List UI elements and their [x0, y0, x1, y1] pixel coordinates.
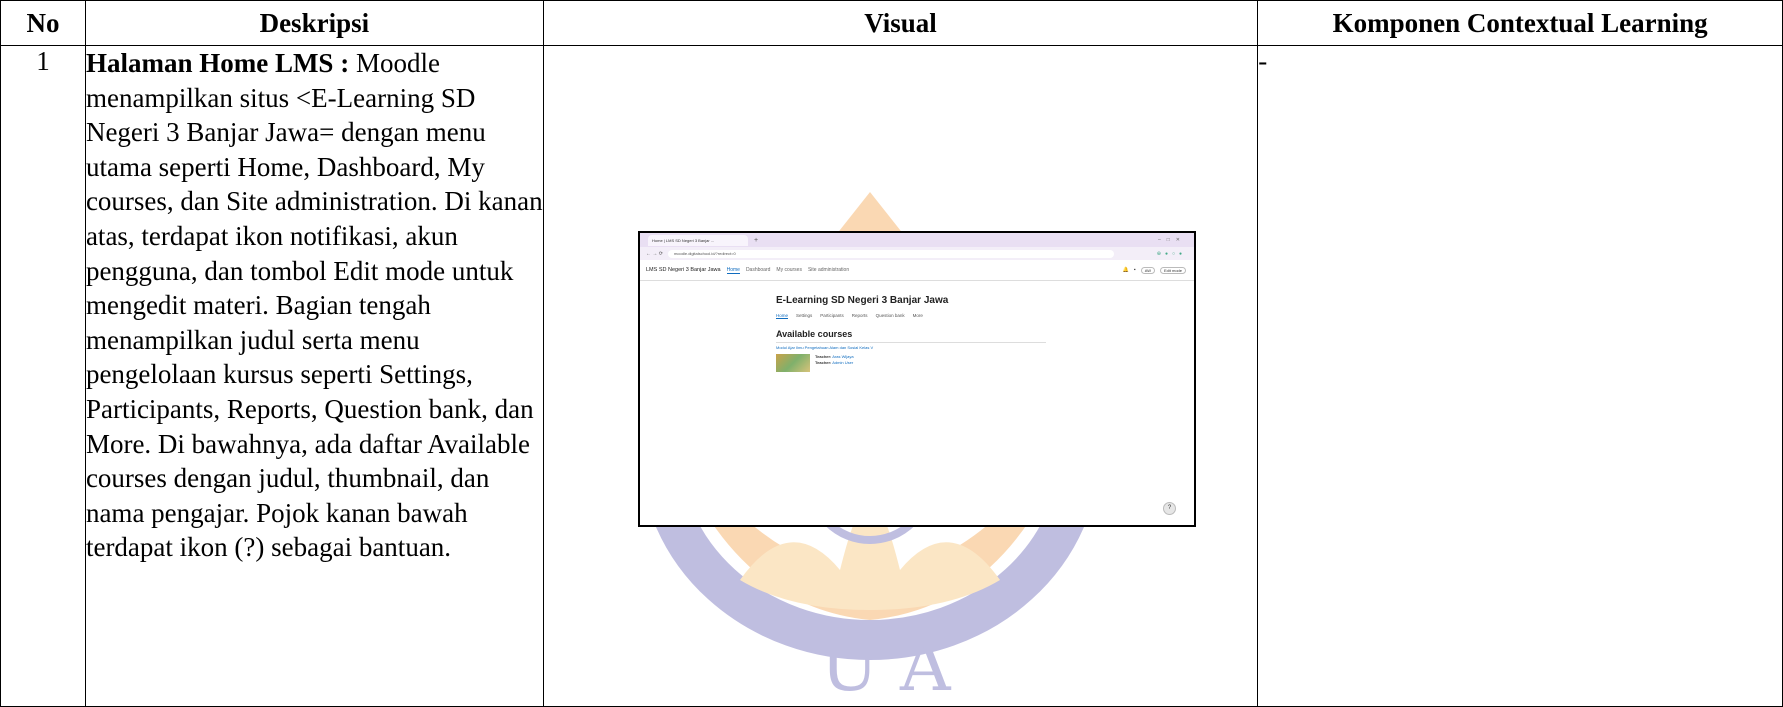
site-title: E-Learning SD Negeri 3 Banjar Jawa [776, 295, 949, 306]
course-item: Teacher: Aras Wijaya Teacher: Admin User [776, 354, 1046, 372]
new-tab-icon: + [754, 236, 759, 244]
teacher-label: Teacher: [815, 360, 832, 365]
lms-user-area: 🔔 ▪ AW Edit mode [1122, 266, 1186, 274]
teacher-name: Admin User [832, 360, 854, 365]
message-icon: ▪ [1133, 267, 1136, 273]
teacher-name: Aras Wijaya [832, 354, 854, 359]
nav-site-admin: Site administration [807, 267, 850, 273]
user-avatar: AW [1140, 266, 1155, 274]
lms-content: E-Learning SD Negeri 3 Banjar Jawa Home … [776, 295, 1046, 372]
nav-dashboard: Dashboard [745, 267, 771, 273]
url-field: moodle.digitalschool.id/?redirect=0 [667, 249, 1114, 258]
header-no: No [0, 0, 86, 46]
browser-tab-bar: Home | LMS SD Negeri 3 Banjar ... + –□✕ [640, 233, 1194, 247]
row-description: Halaman Home LMS : Moodle menampilkan si… [84, 45, 544, 707]
course-link: Modul Ajar Ilmu Pengetahuan Alam dan Sos… [776, 342, 1046, 350]
tab-question-bank: Question bank [875, 313, 905, 318]
tab-participants: Participants [820, 313, 844, 318]
nav-my-courses: My courses [776, 267, 802, 273]
help-icon: ? [1163, 502, 1176, 515]
row-description-title: Halaman Home LMS : [85, 48, 350, 78]
extension-icons: ⊕●○● [1156, 250, 1186, 257]
row-number: 1 [0, 45, 86, 707]
lms-brand: LMS SD Negeri 3 Banjar Jawa [646, 267, 721, 273]
tab-settings: Settings [796, 313, 813, 318]
header-deskripsi: Deskripsi [84, 0, 544, 46]
course-teachers: Teacher: Aras Wijaya Teacher: Admin User [815, 354, 854, 366]
course-thumbnail [776, 354, 810, 372]
row-description-text: Moodle menampilkan situs <E-Learning SD … [85, 48, 543, 563]
lms-screenshot: Home | LMS SD Negeri 3 Banjar ... + –□✕ … [638, 231, 1196, 527]
header-visual: Visual [542, 0, 1259, 46]
lms-top-nav: LMS SD Negeri 3 Banjar Jawa Home Dashboa… [640, 260, 1194, 281]
teacher-line-2: Teacher: Admin User [815, 360, 854, 366]
window-controls-icon: –□✕ [1158, 237, 1186, 243]
browser-tab: Home | LMS SD Negeri 3 Banjar ... [648, 234, 748, 246]
tab-reports: Reports [851, 313, 868, 318]
browser-address-bar: ← → ⟳ moodle.digitalschool.id/?redirect=… [640, 247, 1194, 260]
table-header-row: No Deskripsi Visual Komponen Contextual … [0, 0, 1783, 46]
tab-home: Home [776, 313, 789, 319]
browser-nav-icons: ← → ⟳ [646, 250, 663, 257]
available-courses-heading: Available courses [776, 329, 853, 339]
edit-mode-toggle: Edit mode [1159, 266, 1186, 274]
header-komponen: Komponen Contextual Learning [1257, 0, 1783, 46]
notification-icon: 🔔 [1122, 267, 1129, 273]
course-admin-tabs: Home Settings Participants Reports Quest… [776, 313, 1046, 319]
nav-home: Home [726, 266, 740, 274]
tab-more: More [912, 313, 923, 318]
row-komponen: - [1257, 45, 1783, 707]
teacher-label: Teacher: [815, 354, 832, 359]
